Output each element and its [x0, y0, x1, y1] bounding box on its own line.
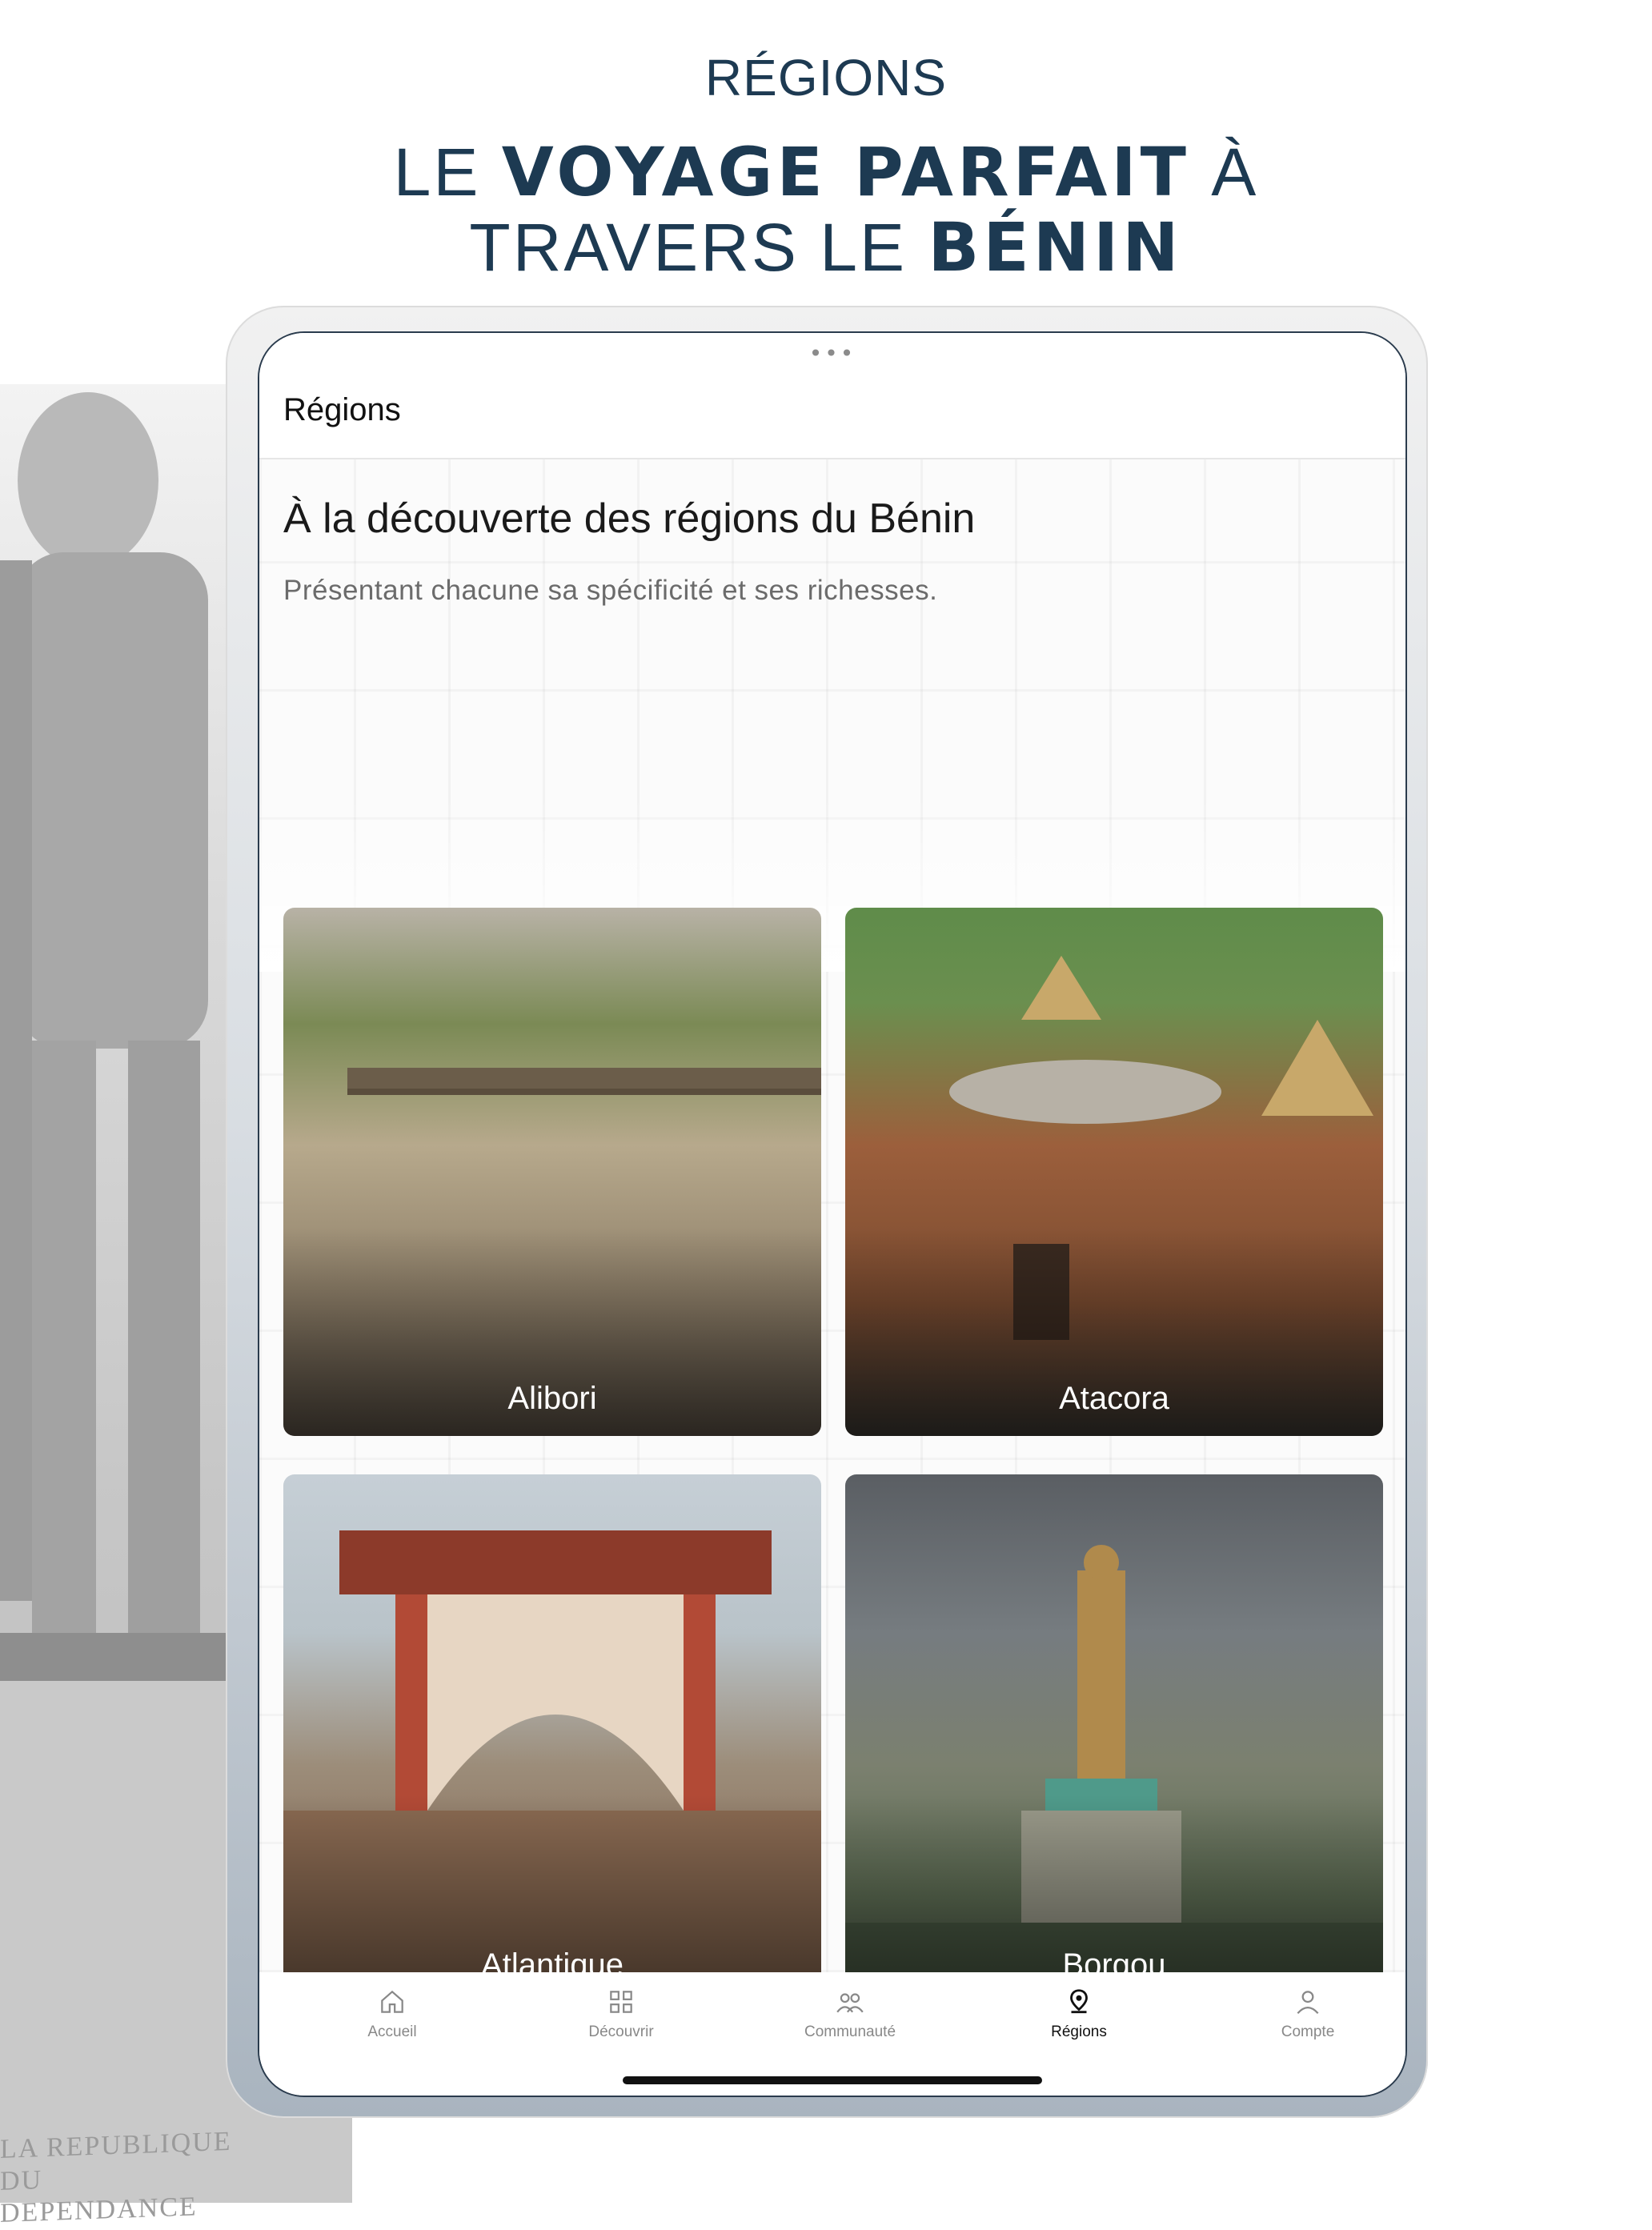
home-icon [381, 1990, 403, 2013]
promo-title-line1: LE VOYAGE PARFAIT À [393, 133, 1259, 211]
tab-compte[interactable]: Compte [1212, 1987, 1404, 2041]
tab-communaute[interactable]: Communauté [754, 1987, 946, 2041]
community-icon [836, 1993, 864, 2013]
promo-title: LE VOYAGE PARFAIT À TRAVERS LE BÉNIN [0, 134, 1652, 285]
region-card-borgou[interactable]: Borgou [845, 1474, 1383, 2003]
region-name: Alibori [507, 1381, 597, 1416]
section-subtitle: Présentant chacune sa spécificité et ses… [283, 575, 938, 606]
promo-title-line2: TRAVERS LE BÉNIN [469, 208, 1183, 287]
regions-content[interactable]: À la découverte des régions du Bénin Pré… [259, 459, 1405, 2003]
tab-decouvrir[interactable]: Découvrir [525, 1987, 717, 2041]
more-dots-icon[interactable]: ••• [259, 343, 1405, 365]
background-plaque-text: LA REPUBLIQUE DU DEPENDANCE [0, 2126, 232, 2228]
region-card-alibori[interactable]: Alibori [283, 908, 821, 1436]
tab-regions[interactable]: Régions [983, 1987, 1175, 2041]
header-title: Régions [283, 392, 401, 427]
navigation-header: ••• Régions [259, 333, 1405, 459]
home-indicator[interactable] [623, 2076, 1042, 2084]
app-screen: ••• Régions À la découverte des régions … [258, 331, 1407, 2097]
location-pin-icon [1070, 1989, 1088, 2014]
promo-kicker: RÉGIONS [704, 49, 948, 106]
region-card-atacora[interactable]: Atacora [845, 908, 1383, 1436]
user-icon [1297, 1991, 1319, 2015]
region-name: Atacora [1059, 1381, 1169, 1416]
grid-icon [610, 1991, 632, 2013]
section-title: À la découverte des régions du Bénin [283, 495, 976, 542]
tab-accueil[interactable]: Accueil [296, 1987, 488, 2041]
region-card-atlantique[interactable]: Atlantique [283, 1474, 821, 2003]
